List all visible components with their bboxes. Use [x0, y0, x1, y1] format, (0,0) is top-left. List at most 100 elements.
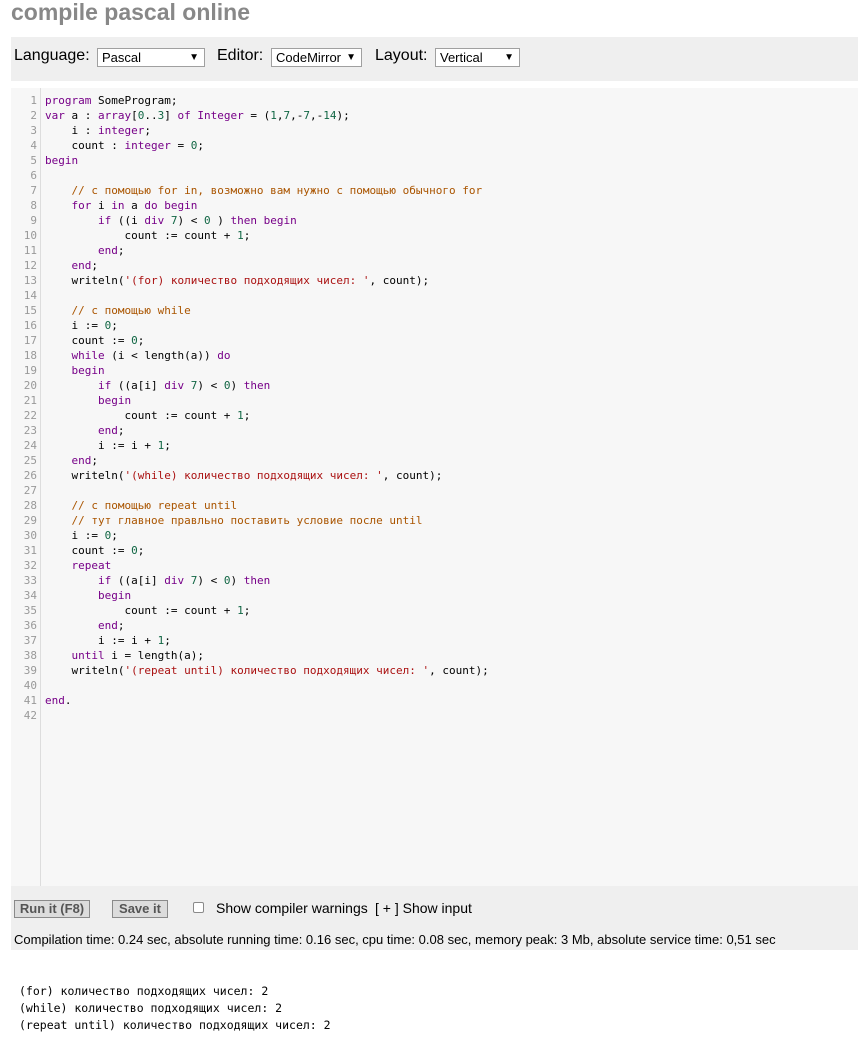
code-text[interactable]: begin	[45, 363, 105, 378]
line-number: 22	[23, 409, 37, 422]
code-line[interactable]: 8 for i in a do begin	[11, 198, 858, 213]
code-line[interactable]: 38 until i = length(a);	[11, 648, 858, 663]
code-line[interactable]: 26 writeln('(while) количество подходящи…	[11, 468, 858, 483]
code-line[interactable]: 17 count := 0;	[11, 333, 858, 348]
line-number: 33	[23, 574, 37, 587]
editor-select[interactable]: CodeMirror ▼	[271, 48, 362, 67]
code-line[interactable]: 20 if ((a[i] div 7) < 0) then	[11, 378, 858, 393]
code-line[interactable]: 40	[11, 678, 858, 693]
code-text[interactable]: while (i < length(a)) do	[45, 348, 231, 363]
code-line[interactable]: 33 if ((a[i] div 7) < 0) then	[11, 573, 858, 588]
code-text[interactable]: end;	[45, 243, 125, 258]
code-line[interactable]: 13 writeln('(for) количество подходящих …	[11, 273, 858, 288]
show-input-toggle[interactable]: [ + ] Show input	[375, 900, 472, 916]
code-text[interactable]: begin	[45, 393, 131, 408]
code-text[interactable]: // с помощью for in, возможно вам нужно …	[45, 183, 483, 198]
code-text[interactable]: end.	[45, 693, 72, 708]
code-line[interactable]: 15 // с помощью while	[11, 303, 858, 318]
code-text[interactable]: count := 0;	[45, 333, 144, 348]
line-number: 34	[23, 589, 37, 602]
code-text[interactable]: i := i + 1;	[45, 633, 171, 648]
compiler-warnings-checkbox[interactable]	[193, 902, 204, 913]
code-line[interactable]: 1 program SomeProgram;	[11, 93, 858, 108]
code-line[interactable]: 35 count := count + 1;	[11, 603, 858, 618]
code-line[interactable]: 34 begin	[11, 588, 858, 603]
code-line[interactable]: 28 // с помощью repeat until	[11, 498, 858, 513]
code-text[interactable]: i := 0;	[45, 318, 117, 333]
code-line[interactable]: 22 count := count + 1;	[11, 408, 858, 423]
code-text[interactable]: if ((a[i] div 7) < 0) then	[45, 573, 270, 588]
code-line[interactable]: 27	[11, 483, 858, 498]
line-number: 26	[23, 469, 37, 482]
run-button[interactable]: Run it (F8)	[14, 900, 90, 918]
code-editor[interactable]: 1 program SomeProgram; 2 var a : array[0..3…	[11, 88, 858, 886]
code-text[interactable]: count := 0;	[45, 543, 144, 558]
code-text[interactable]: begin	[45, 588, 131, 603]
code-line[interactable]: 3 i : integer;	[11, 123, 858, 138]
code-line[interactable]: 39 writeln('(repeat until) количество по…	[11, 663, 858, 678]
code-line[interactable]: 14	[11, 288, 858, 303]
code-text[interactable]: if ((i div 7) < 0 ) then begin	[45, 213, 297, 228]
code-line[interactable]: 30 i := 0;	[11, 528, 858, 543]
code-line[interactable]: 4 count : integer = 0;	[11, 138, 858, 153]
chevron-down-icon: ▼	[346, 52, 356, 63]
code-line[interactable]: 21 begin	[11, 393, 858, 408]
code-text[interactable]: end;	[45, 618, 125, 633]
code-text[interactable]: count := count + 1;	[45, 228, 250, 243]
code-line[interactable]: 2 var a : array[0..3] of Integer = (1,7,-…	[11, 108, 858, 123]
code-text[interactable]: i := i + 1;	[45, 438, 171, 453]
layout-select[interactable]: Vertical ▼	[435, 48, 520, 67]
language-select[interactable]: Pascal ▼	[97, 48, 205, 67]
code-line[interactable]: 42	[11, 708, 858, 723]
code-text[interactable]: writeln('(repeat until) количество подхо…	[45, 663, 488, 678]
code-lines[interactable]: 1 program SomeProgram; 2 var a : array[0..3…	[11, 93, 858, 723]
line-number: 29	[23, 514, 37, 527]
code-text[interactable]: i : integer;	[45, 123, 150, 138]
code-text[interactable]: end;	[45, 453, 99, 468]
output-line: (repeat until) количество подходящих чис…	[19, 1018, 331, 1032]
editor-label: Editor:	[217, 47, 264, 64]
code-line[interactable]: 32 repeat	[11, 558, 858, 573]
code-text[interactable]: // тут главное правльно поставить услови…	[45, 513, 423, 528]
execution-stats: Compilation time: 0.24 sec, absolute run…	[14, 932, 776, 947]
line-number: 32	[23, 559, 37, 572]
code-line[interactable]: 18 while (i < length(a)) do	[11, 348, 858, 363]
code-line[interactable]: 16 i := 0;	[11, 318, 858, 333]
code-text[interactable]: if ((a[i] div 7) < 0) then	[45, 378, 270, 393]
code-text[interactable]: // с помощью repeat until	[45, 498, 238, 513]
code-text[interactable]: var a : array[0..3] of Integer = (1,7,-7…	[45, 108, 350, 123]
code-line[interactable]: 11 end;	[11, 243, 858, 258]
code-text[interactable]: count := count + 1;	[45, 603, 250, 618]
code-text[interactable]: program SomeProgram;	[45, 93, 177, 108]
code-line[interactable]: 19 begin	[11, 363, 858, 378]
code-line[interactable]: 41 end.	[11, 693, 858, 708]
code-line[interactable]: 36 end;	[11, 618, 858, 633]
code-line[interactable]: 31 count := 0;	[11, 543, 858, 558]
code-text[interactable]: repeat	[45, 558, 112, 573]
code-text[interactable]: until i = length(a);	[45, 648, 204, 663]
code-text[interactable]: end;	[45, 258, 99, 273]
line-number: 39	[23, 664, 37, 677]
code-line[interactable]: 25 end;	[11, 453, 858, 468]
code-line[interactable]: 12 end;	[11, 258, 858, 273]
code-text[interactable]: writeln('(for) количество подходящих чис…	[45, 273, 429, 288]
code-line[interactable]: 29 // тут главное правльно поставить усл…	[11, 513, 858, 528]
code-text[interactable]: // с помощью while	[45, 303, 191, 318]
code-line[interactable]: 5 begin	[11, 153, 858, 168]
code-text[interactable]: begin	[45, 153, 78, 168]
code-line[interactable]: 9 if ((i div 7) < 0 ) then begin	[11, 213, 858, 228]
save-button[interactable]: Save it	[112, 900, 168, 918]
code-line[interactable]: 23 end;	[11, 423, 858, 438]
code-line[interactable]: 37 i := i + 1;	[11, 633, 858, 648]
line-number: 24	[23, 439, 37, 452]
code-line[interactable]: 6	[11, 168, 858, 183]
code-text[interactable]: end;	[45, 423, 125, 438]
code-text[interactable]: i := 0;	[45, 528, 117, 543]
code-text[interactable]: writeln('(while) количество подходящих ч…	[45, 468, 442, 483]
code-line[interactable]: 24 i := i + 1;	[11, 438, 858, 453]
code-text[interactable]: count : integer = 0;	[45, 138, 203, 153]
code-text[interactable]: count := count + 1;	[45, 408, 250, 423]
code-text[interactable]: for i in a do begin	[45, 198, 198, 213]
code-line[interactable]: 7 // с помощью for in, возможно вам нужн…	[11, 183, 858, 198]
code-line[interactable]: 10 count := count + 1;	[11, 228, 858, 243]
